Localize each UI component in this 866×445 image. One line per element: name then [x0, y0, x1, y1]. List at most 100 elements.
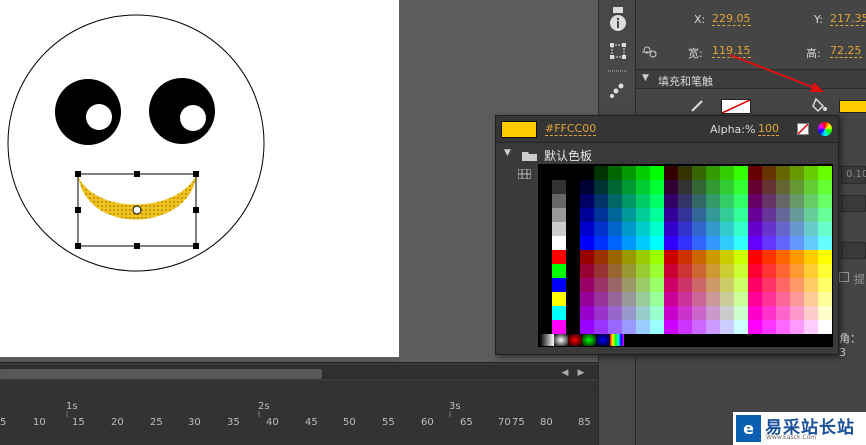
palette-cell[interactable]	[804, 236, 818, 250]
palette-cell[interactable]	[594, 236, 608, 250]
scroll-left-icon[interactable]: ◀	[558, 367, 572, 379]
palette-cell[interactable]	[762, 166, 776, 180]
palette-cell[interactable]	[734, 306, 748, 320]
palette-cell[interactable]	[762, 180, 776, 194]
palette-cell[interactable]	[580, 250, 594, 264]
palette-cell[interactable]	[818, 250, 832, 264]
palette-cell[interactable]	[678, 306, 692, 320]
palette-cell[interactable]	[692, 222, 706, 236]
palette-cell[interactable]	[762, 250, 776, 264]
palette-cell[interactable]	[734, 222, 748, 236]
palette-cell[interactable]	[790, 250, 804, 264]
palette-cell[interactable]	[608, 180, 622, 194]
palette-cell[interactable]	[720, 264, 734, 278]
palette-cell[interactable]	[552, 194, 566, 208]
palette-cell[interactable]	[608, 250, 622, 264]
palette-cell[interactable]	[636, 194, 650, 208]
collapse-icon[interactable]: ▼	[642, 73, 649, 83]
palette-cell[interactable]	[636, 306, 650, 320]
palette-cell[interactable]	[594, 222, 608, 236]
palette-cell[interactable]	[706, 166, 720, 180]
palette-cell[interactable]	[650, 278, 664, 292]
palette-cell[interactable]	[692, 264, 706, 278]
palette-cell[interactable]	[818, 264, 832, 278]
fill-color-swatch[interactable]	[839, 100, 866, 113]
palette-cell[interactable]	[568, 334, 582, 346]
palette-cell[interactable]	[790, 180, 804, 194]
palette-cell[interactable]	[790, 278, 804, 292]
palette-cell[interactable]	[664, 306, 678, 320]
palette-cell[interactable]	[664, 250, 678, 264]
palette-cell[interactable]	[762, 264, 776, 278]
palette-cell[interactable]	[622, 306, 636, 320]
face-circle[interactable]	[7, 14, 265, 272]
palette-cell[interactable]	[734, 250, 748, 264]
palette-cell[interactable]	[580, 236, 594, 250]
palette-cell[interactable]	[776, 320, 790, 334]
palette-cell[interactable]	[804, 194, 818, 208]
palette-cell[interactable]	[776, 292, 790, 306]
stroke-color-swatch[interactable]	[721, 99, 751, 114]
palette-cell[interactable]	[818, 208, 832, 222]
palette-cell[interactable]	[734, 180, 748, 194]
palette-cell[interactable]	[720, 250, 734, 264]
palette-cell[interactable]	[818, 194, 832, 208]
palette-cell[interactable]	[594, 306, 608, 320]
palette-cell[interactable]	[692, 208, 706, 222]
palette-cell[interactable]	[552, 166, 566, 180]
palette-cell[interactable]	[650, 250, 664, 264]
palette-cell[interactable]	[678, 236, 692, 250]
palette-cell[interactable]	[552, 278, 566, 292]
palette-cell[interactable]	[720, 320, 734, 334]
palette-cell[interactable]	[678, 166, 692, 180]
palette-cell[interactable]	[748, 278, 762, 292]
palette-cell[interactable]	[706, 292, 720, 306]
palette-cell[interactable]	[622, 278, 636, 292]
palette-cell[interactable]	[748, 264, 762, 278]
palette-cell[interactable]	[678, 292, 692, 306]
palette-cell[interactable]	[664, 166, 678, 180]
palette-cell[interactable]	[692, 306, 706, 320]
palette-cell[interactable]	[664, 194, 678, 208]
palette-cell[interactable]	[706, 236, 720, 250]
palette-cell[interactable]	[790, 166, 804, 180]
palette-cell[interactable]	[664, 264, 678, 278]
palette-cell[interactable]	[818, 306, 832, 320]
palette-cell[interactable]	[650, 166, 664, 180]
palette-cell[interactable]	[594, 194, 608, 208]
no-color-button[interactable]	[797, 123, 809, 135]
palette-cell[interactable]	[608, 306, 622, 320]
palette-cell[interactable]	[582, 334, 596, 346]
palette-cell[interactable]	[748, 166, 762, 180]
palette-cell[interactable]	[580, 194, 594, 208]
color-palette-grid[interactable]	[538, 164, 833, 347]
palette-header[interactable]: ▼ 默认色板	[496, 144, 838, 164]
alpha-input[interactable]: 100	[758, 123, 779, 136]
timeline-scroll-thumb[interactable]	[0, 369, 322, 379]
palette-cell[interactable]	[762, 208, 776, 222]
palette-cell[interactable]	[552, 306, 566, 320]
palette-cell[interactable]	[678, 278, 692, 292]
palette-cell[interactable]	[790, 306, 804, 320]
palette-cell[interactable]	[580, 222, 594, 236]
palette-cell[interactable]	[720, 306, 734, 320]
palette-cell[interactable]	[734, 292, 748, 306]
palette-cell[interactable]	[664, 292, 678, 306]
palette-cell[interactable]	[762, 278, 776, 292]
palette-cell[interactable]	[706, 208, 720, 222]
palette-cell[interactable]	[818, 236, 832, 250]
palette-cell[interactable]	[580, 292, 594, 306]
palette-cell[interactable]	[608, 236, 622, 250]
fill-stroke-section-header[interactable]: ▼ 填充和笔触	[636, 69, 866, 89]
palette-cell[interactable]	[622, 320, 636, 334]
palette-cell[interactable]	[610, 334, 624, 346]
palette-cell[interactable]	[804, 306, 818, 320]
palette-cell[interactable]	[678, 208, 692, 222]
palette-cell[interactable]	[552, 236, 566, 250]
palette-cell[interactable]	[804, 278, 818, 292]
palette-cell[interactable]	[622, 264, 636, 278]
palette-cell[interactable]	[692, 166, 706, 180]
palette-cell[interactable]	[650, 222, 664, 236]
palette-cell[interactable]	[650, 208, 664, 222]
palette-cell[interactable]	[748, 222, 762, 236]
